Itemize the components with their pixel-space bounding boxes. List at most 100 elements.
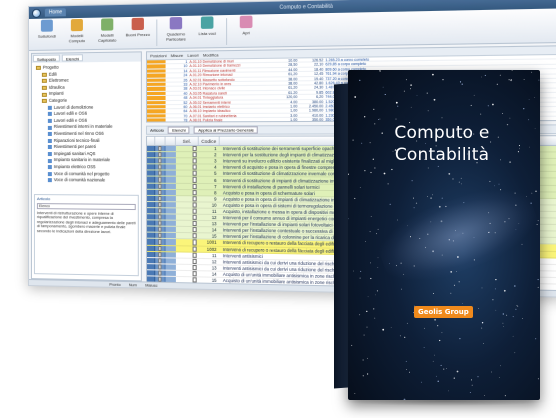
- expand-toggle[interactable]: [155, 189, 166, 195]
- row-checkbox[interactable]: [190, 171, 198, 177]
- expand-toggle[interactable]: [155, 158, 166, 164]
- row-selector[interactable]: [165, 226, 176, 233]
- row-selector[interactable]: [165, 189, 176, 195]
- row-checkbox[interactable]: [190, 271, 198, 277]
- expand-toggle[interactable]: [155, 152, 166, 158]
- folder-icon: [41, 79, 47, 84]
- row-selector[interactable]: [165, 270, 176, 276]
- row-checkbox[interactable]: [190, 196, 198, 202]
- row-checkbox[interactable]: [190, 177, 198, 183]
- ribbon-button-3[interactable]: Modelli Capitolato: [93, 18, 121, 47]
- expand-toggle[interactable]: [155, 208, 166, 214]
- star: [537, 378, 539, 380]
- item-description: A.08.01 Pulizia finale: [189, 118, 223, 122]
- row-selector[interactable]: [165, 170, 176, 177]
- description-title: Articolo: [36, 196, 51, 202]
- ribbon-label: Buoni Prezzo: [125, 31, 150, 38]
- ribbon-button-7[interactable]: Apri: [231, 15, 261, 44]
- tab-elenchi[interactable]: Elenchi: [61, 54, 84, 62]
- row-selector[interactable]: [165, 183, 176, 189]
- expand-toggle[interactable]: [155, 251, 166, 258]
- star: [362, 359, 364, 361]
- star: [503, 326, 504, 327]
- ribbon-button-5[interactable]: Quaderno Particolare: [161, 16, 190, 46]
- row-selector[interactable]: [165, 239, 176, 245]
- row-selector[interactable]: [165, 251, 176, 258]
- row-checkbox[interactable]: [190, 183, 198, 189]
- row-checkbox[interactable]: [190, 252, 198, 258]
- row-checkbox[interactable]: [190, 264, 198, 271]
- row-checkbox[interactable]: [190, 233, 198, 239]
- header-check[interactable]: Sel.: [175, 136, 199, 145]
- row-selector[interactable]: [165, 152, 176, 158]
- expand-toggle[interactable]: [155, 257, 166, 264]
- folder-icon: [41, 92, 47, 97]
- row-selector[interactable]: [165, 202, 176, 208]
- row-selector[interactable]: [165, 146, 176, 152]
- row-selector[interactable]: [165, 264, 176, 270]
- item-description: A.06.01 Impianto elettrico: [189, 104, 230, 109]
- expand-toggle[interactable]: [155, 164, 166, 170]
- row-checkbox[interactable]: [190, 146, 198, 152]
- app-menu-orb[interactable]: [31, 8, 41, 18]
- expand-toggle[interactable]: [155, 270, 166, 276]
- ribbon-button-6[interactable]: Lista voci: [193, 16, 222, 45]
- expand-toggle[interactable]: [155, 146, 166, 152]
- row-checkbox[interactable]: [190, 158, 198, 164]
- row-selector[interactable]: [165, 208, 176, 214]
- row-selector[interactable]: [165, 177, 176, 183]
- expand-toggle[interactable]: [155, 177, 166, 183]
- mid-select[interactable]: Elenchi: [167, 126, 190, 134]
- description-select[interactable]: Elenco: [36, 202, 136, 210]
- row-checkbox[interactable]: [190, 214, 198, 221]
- expand-toggle[interactable]: [155, 220, 166, 226]
- category-tree: Progetto Edili Elettromec Idraulica Impianti…: [32, 62, 141, 184]
- row-checkbox[interactable]: [190, 258, 198, 264]
- tab-sottoposto[interactable]: Sottoposto: [32, 54, 60, 62]
- row-selector[interactable]: [165, 245, 176, 251]
- row-selector[interactable]: [165, 214, 176, 220]
- ribbon-button-1[interactable]: Sottofondi: [33, 19, 61, 48]
- row-checkbox[interactable]: [190, 152, 198, 158]
- expand-toggle[interactable]: [155, 239, 166, 245]
- expand-toggle[interactable]: [155, 226, 166, 233]
- row-checkbox[interactable]: [190, 164, 198, 170]
- expand-toggle[interactable]: [155, 183, 166, 189]
- row-selector[interactable]: [165, 158, 176, 164]
- expand-toggle[interactable]: [155, 201, 166, 208]
- header-code[interactable]: Codice: [198, 136, 220, 145]
- item-quantity: 10,00: [288, 58, 298, 63]
- expand-toggle[interactable]: [155, 195, 166, 202]
- star: [495, 278, 497, 281]
- ribbon-button-4[interactable]: Buoni Prezzo: [123, 17, 152, 47]
- ribbon-button-2[interactable]: Modelli Computo: [63, 18, 91, 48]
- row-checkbox[interactable]: [190, 208, 198, 214]
- expand-toggle[interactable]: [155, 264, 166, 270]
- row-checkbox[interactable]: [190, 227, 198, 233]
- row-selector[interactable]: [165, 164, 176, 170]
- expand-toggle[interactable]: [155, 233, 166, 239]
- row-marker: [147, 73, 166, 78]
- apply-button[interactable]: Applica al Prezzario Generale: [194, 126, 259, 134]
- item-quantity: 61,20: [288, 90, 298, 95]
- items-toolbar-button[interactable]: Modifica: [203, 52, 219, 57]
- items-toolbar-button[interactable]: Lavori: [187, 53, 198, 58]
- row-selector[interactable]: [165, 220, 176, 227]
- row-checkbox[interactable]: [190, 221, 198, 227]
- row-checkbox[interactable]: [190, 202, 198, 208]
- row-selector[interactable]: [165, 233, 176, 239]
- tree-item[interactable]: Voce di comunità nazionale: [36, 177, 137, 184]
- items-toolbar-button[interactable]: Posizioni: [150, 53, 167, 58]
- row-selector[interactable]: [165, 195, 176, 202]
- expand-toggle[interactable]: [155, 170, 166, 177]
- expand-toggle[interactable]: [155, 214, 166, 220]
- items-toolbar-button[interactable]: Misure: [171, 53, 183, 58]
- item-quantity: 38,00: [288, 81, 298, 86]
- row-checkbox[interactable]: [190, 246, 198, 252]
- row-checkbox[interactable]: [190, 239, 198, 246]
- tab-home[interactable]: Home: [44, 8, 67, 17]
- row-selector[interactable]: [165, 258, 176, 264]
- expand-toggle[interactable]: [155, 245, 166, 251]
- row-grip: [176, 221, 191, 226]
- row-checkbox[interactable]: [190, 189, 198, 196]
